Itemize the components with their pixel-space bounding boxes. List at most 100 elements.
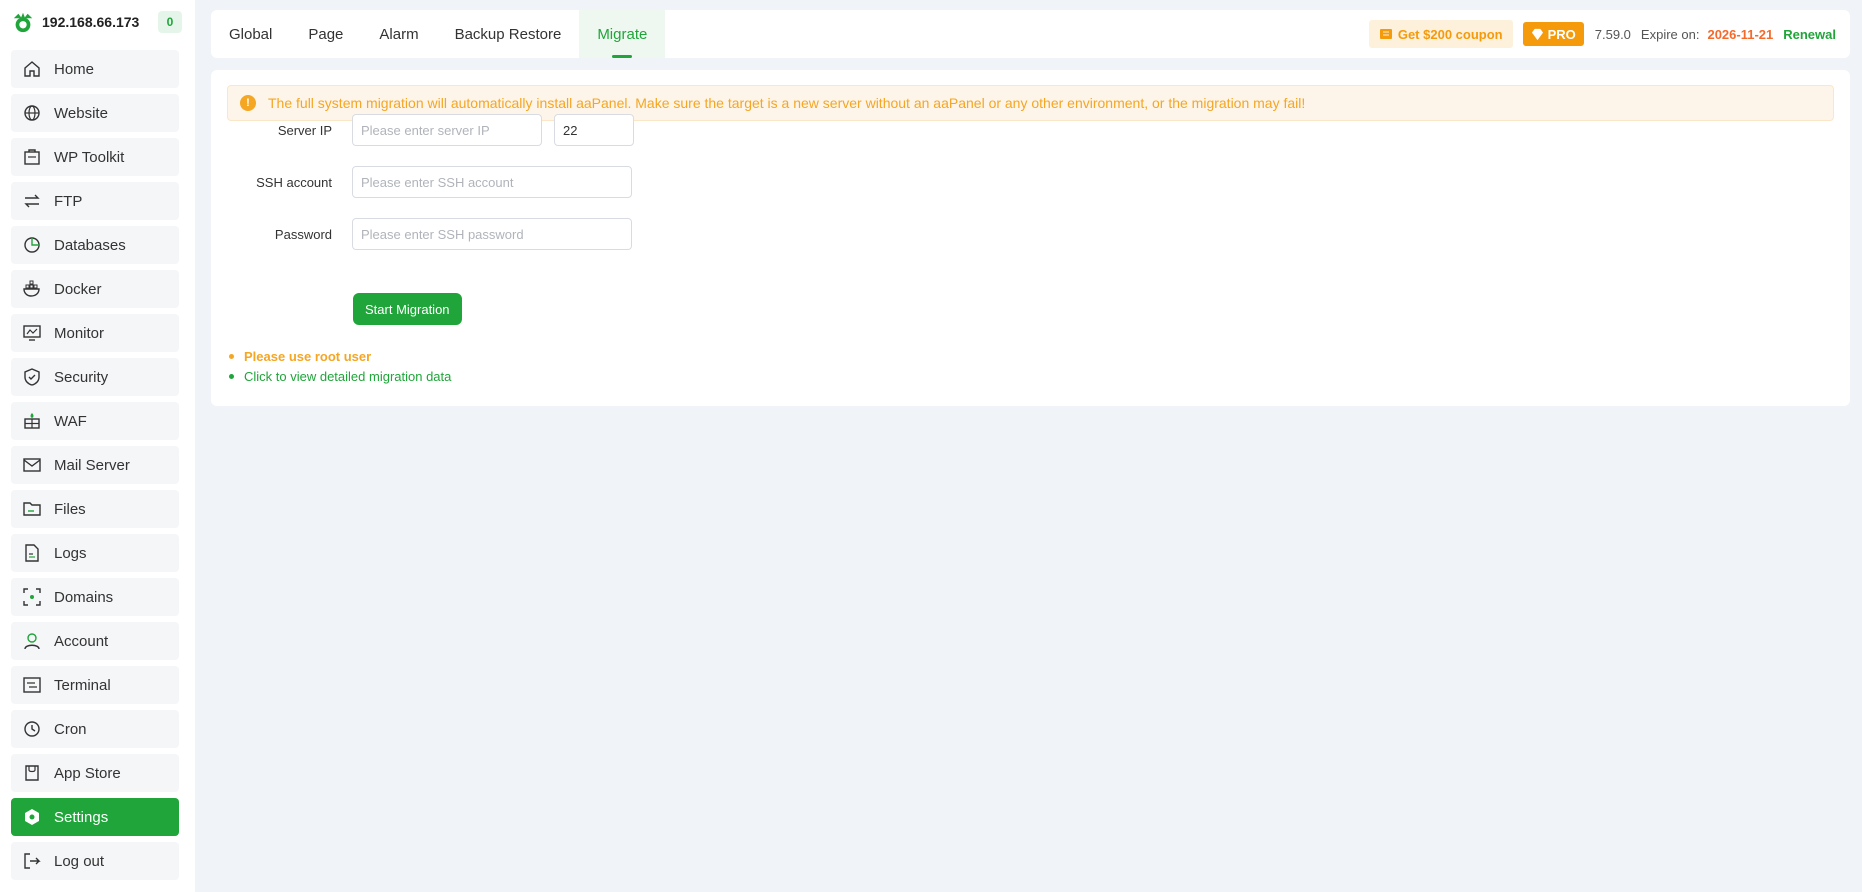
sidebar-item-label: Account xyxy=(54,632,109,650)
sidebar-item-terminal[interactable]: Terminal xyxy=(11,666,179,704)
sidebar-item-label: App Store xyxy=(54,764,121,782)
tab-list: Global Page Alarm Backup Restore Migrate xyxy=(211,10,666,58)
sidebar-item-domains[interactable]: Domains xyxy=(11,578,179,616)
firewall-icon xyxy=(22,411,42,431)
password-label: Password xyxy=(274,226,332,242)
ssh-account-input[interactable] xyxy=(352,166,632,198)
warning-icon: ! xyxy=(240,95,256,111)
sidebar-item-security[interactable]: Security xyxy=(11,358,179,396)
sidebar-item-files[interactable]: Files xyxy=(11,490,179,528)
view-migration-data-link[interactable]: Click to view detailed migration data xyxy=(244,369,451,384)
logo-icon xyxy=(10,9,36,35)
tab-backup-restore[interactable]: Backup Restore xyxy=(437,10,580,58)
ssh-port-input[interactable] xyxy=(554,114,634,146)
ssh-account-row: SSH account xyxy=(211,166,632,198)
sidebar-item-cron[interactable]: Cron xyxy=(11,710,179,748)
server-ip-row: Server IP xyxy=(211,114,634,146)
home-icon xyxy=(22,59,42,79)
tab-alarm[interactable]: Alarm xyxy=(361,10,436,58)
coupon-label: Get $200 coupon xyxy=(1397,26,1503,42)
sidebar-item-waf[interactable]: WAF xyxy=(11,402,179,440)
toolkit-icon xyxy=(22,147,42,167)
settings-icon xyxy=(22,807,42,827)
migration-notes: Please use root user Click to view detai… xyxy=(229,346,451,386)
tab-page[interactable]: Page xyxy=(290,10,361,58)
sidebar-item-label: FTP xyxy=(54,192,83,210)
ssh-account-label: SSH account xyxy=(256,174,332,190)
sidebar-item-docker[interactable]: Docker xyxy=(11,270,179,308)
password-row: Password xyxy=(211,218,632,250)
sidebar-item-app-store[interactable]: App Store xyxy=(11,754,179,792)
sidebar-item-log-out[interactable]: Log out xyxy=(11,842,179,880)
expire-date: 2026-11-21 xyxy=(1707,26,1774,42)
sidebar-item-label: Domains xyxy=(54,588,114,606)
sidebar-item-databases[interactable]: Databases xyxy=(11,226,179,264)
header-info: Get $200 coupon PRO 7.59.0 Expire on: 20… xyxy=(1368,10,1850,58)
note-warn-text: Please use root user xyxy=(244,348,372,364)
note-root-user: Please use root user xyxy=(229,346,451,366)
ssh-password-input[interactable] xyxy=(352,218,632,250)
sidebar-item-settings[interactable]: Settings xyxy=(11,798,179,836)
sidebar-item-label: Log out xyxy=(54,852,105,870)
sidebar-item-label: Home xyxy=(54,60,95,78)
docker-icon xyxy=(22,279,42,299)
migrate-panel: ! The full system migration will automat… xyxy=(211,70,1850,406)
note-view-data: Click to view detailed migration data xyxy=(229,366,451,386)
sidebar-item-label: Logs xyxy=(54,544,87,562)
sidebar-item-logs[interactable]: Logs xyxy=(11,534,179,572)
brand: 192.168.66.173 0 xyxy=(10,9,182,35)
alert-text: The full system migration will automatic… xyxy=(268,95,1306,111)
bullet-dot xyxy=(229,373,234,379)
server-ip-label: Server IP xyxy=(277,122,332,138)
user-icon xyxy=(22,631,42,651)
terminal-icon xyxy=(22,675,42,695)
sidebar-item-monitor[interactable]: Monitor xyxy=(11,314,179,352)
clock-icon xyxy=(22,719,42,739)
version-text: 7.59.0 xyxy=(1594,26,1631,42)
sidebar-item-label: Settings xyxy=(54,808,109,826)
sidebar-item-label: Docker xyxy=(54,280,102,298)
server-ip-input[interactable] xyxy=(352,114,542,146)
coupon-button[interactable]: Get $200 coupon xyxy=(1368,20,1513,48)
domain-icon xyxy=(22,587,42,607)
sidebar-item-wp-toolkit[interactable]: WP Toolkit xyxy=(11,138,179,176)
transfer-icon xyxy=(22,191,42,211)
sidebar-item-mail-server[interactable]: Mail Server xyxy=(11,446,179,484)
log-icon xyxy=(22,543,42,563)
diamond-icon xyxy=(1531,28,1543,40)
sidebar-item-label: WAF xyxy=(54,412,87,430)
folder-icon xyxy=(22,499,42,519)
sidebar-item-home[interactable]: Home xyxy=(11,50,179,88)
store-icon xyxy=(22,763,42,783)
logout-icon xyxy=(22,851,42,871)
settings-tab-bar: Global Page Alarm Backup Restore Migrate… xyxy=(211,10,1850,58)
sidebar-item-label: Files xyxy=(54,500,86,518)
sidebar-item-label: Security xyxy=(54,368,109,386)
start-migration-button[interactable]: Start Migration xyxy=(353,293,462,325)
monitor-icon xyxy=(22,323,42,343)
server-ip-title: 192.168.66.173 xyxy=(42,14,140,30)
expire-label: Expire on: xyxy=(1640,26,1700,42)
sidebar-item-label: Cron xyxy=(54,720,87,738)
sidebar-item-label: Website xyxy=(54,104,108,122)
tab-global[interactable]: Global xyxy=(211,10,290,58)
sidebar-item-account[interactable]: Account xyxy=(11,622,179,660)
sidebar-item-label: Databases xyxy=(54,236,126,254)
pro-badge[interactable]: PRO xyxy=(1522,22,1584,46)
globe-icon xyxy=(22,103,42,123)
sidebar-item-label: WP Toolkit xyxy=(54,148,125,166)
renewal-link[interactable]: Renewal xyxy=(1783,27,1836,42)
sidebar-item-ftp[interactable]: FTP xyxy=(11,182,179,220)
sidebar-item-label: Mail Server xyxy=(54,456,130,474)
sidebar-item-label: Monitor xyxy=(54,324,105,342)
bullet-dot xyxy=(229,353,234,359)
sidebar: 192.168.66.173 0 Home Website WP Toolkit xyxy=(0,0,195,892)
tab-migrate[interactable]: Migrate xyxy=(579,10,666,58)
shield-icon xyxy=(22,367,42,387)
sidebar-item-label: Terminal xyxy=(54,676,111,694)
sidebar-item-website[interactable]: Website xyxy=(11,94,179,132)
notification-badge[interactable]: 0 xyxy=(158,11,182,33)
sidebar-nav: Home Website WP Toolkit FTP Databases Do… xyxy=(11,50,179,886)
mail-icon xyxy=(22,455,42,475)
pro-label: PRO xyxy=(1547,26,1576,42)
